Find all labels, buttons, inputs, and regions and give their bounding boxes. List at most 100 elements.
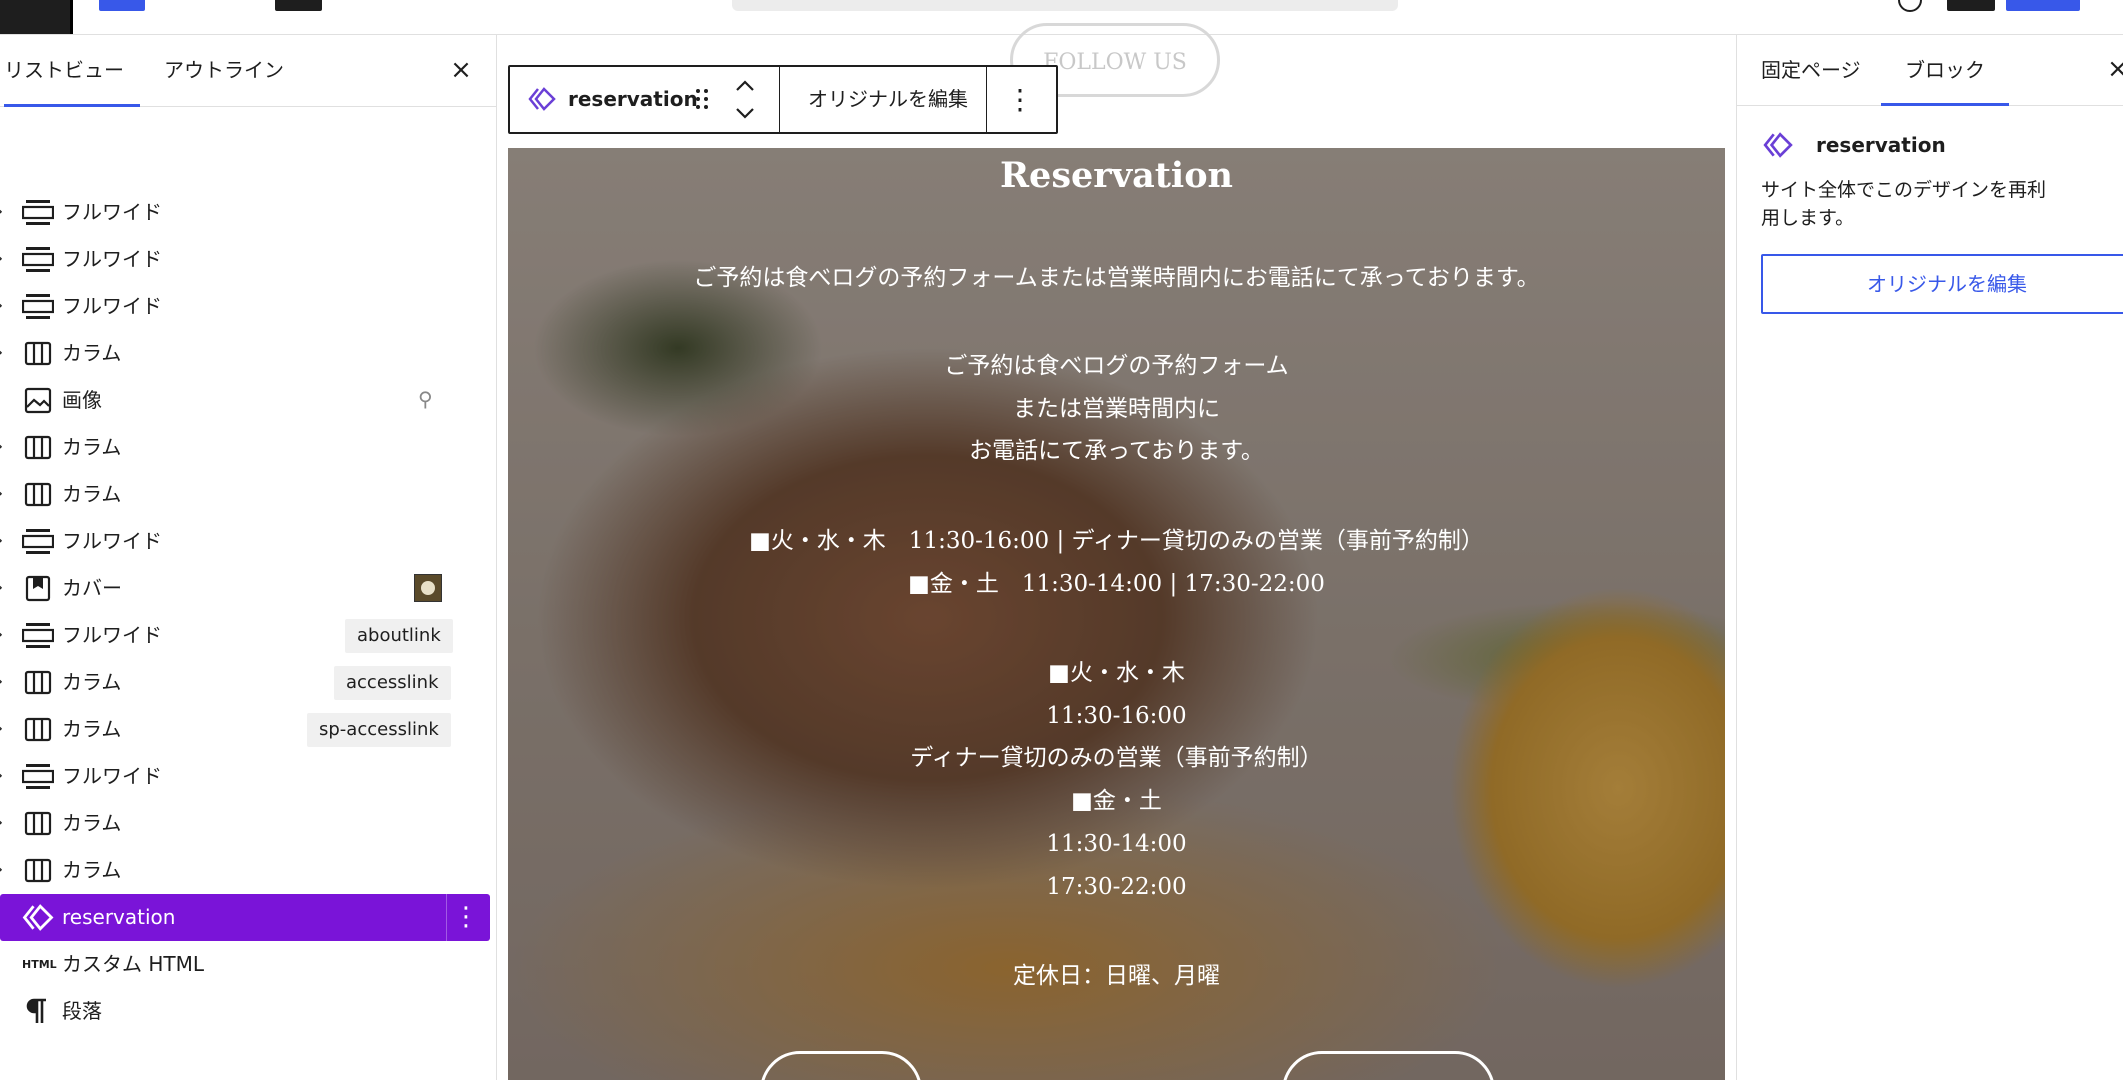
list-view-item[interactable]: › フルワイド (0, 189, 490, 236)
list-view-item[interactable]: › カラム (0, 330, 490, 377)
chevron-right-icon[interactable]: › (0, 765, 8, 787)
toolbar-divider (779, 67, 780, 132)
list-view-item[interactable]: › カラム (0, 847, 490, 894)
save-button[interactable] (2006, 0, 2080, 11)
list-view-item[interactable]: reservation ⋮ (0, 894, 490, 941)
help-icon[interactable] (1898, 0, 1922, 12)
view-button[interactable] (1947, 0, 1995, 11)
close-icon[interactable]: × (2107, 56, 2123, 82)
list-view-item[interactable]: › カラム (0, 800, 490, 847)
more-options-icon[interactable]: ⋮ (453, 894, 479, 941)
list-view-item-label: カラム (62, 435, 122, 459)
anchor-badge: aboutlink (345, 619, 453, 653)
list-view-item-label: フルワイド (62, 623, 162, 647)
chevron-right-icon[interactable]: › (0, 295, 8, 317)
hours-line: ■金・土 (1071, 788, 1162, 814)
html-icon-text: HTML (22, 958, 57, 971)
list-view-item-label: カラム (62, 670, 122, 694)
drag-handle-icon[interactable] (694, 87, 710, 111)
list-view-item[interactable]: › カラム sp-accesslink (0, 706, 490, 753)
list-view-item-label: フルワイド (62, 294, 162, 318)
chevron-right-icon[interactable]: › (0, 530, 8, 552)
group-icon (21, 199, 55, 226)
site-icon-button[interactable] (0, 0, 73, 34)
row-divider (446, 894, 447, 941)
list-view-item[interactable]: › カバー (0, 565, 490, 612)
move-up-icon[interactable] (734, 77, 756, 95)
list-view-item-label: カバー (62, 576, 122, 600)
sidebar-tabs: 固定ページ ブロック × (1737, 35, 2123, 106)
group-icon (21, 763, 55, 790)
list-view-item[interactable]: HTML カスタム HTML (0, 941, 490, 988)
hours-line: 17:30-22:00 (1046, 874, 1187, 900)
hours-line: ■火・水・木 11:30-16:00 | ディナー貸切のみの営業（事前予約制） (749, 528, 1484, 554)
document-bar[interactable] (732, 0, 1398, 11)
tab-outline[interactable]: アウトライン (164, 35, 284, 106)
list-view-item[interactable]: › フルワイド aboutlink (0, 612, 490, 659)
move-down-icon[interactable] (734, 104, 756, 122)
chevron-right-icon[interactable]: › (0, 671, 8, 693)
close-icon[interactable]: × (448, 57, 474, 83)
list-view-item-label: カラム (62, 482, 122, 506)
inserter-button[interactable] (99, 0, 145, 11)
tab-list-view[interactable]: リストビュー (4, 35, 140, 107)
editor-canvas: FOLLOW US Reservation ご予約は食べログの予約フォームまたは… (498, 23, 1736, 1080)
list-view-item[interactable]: › フルワイド (0, 518, 490, 565)
list-view-item[interactable]: › フルワイド (0, 753, 490, 800)
reservation-button[interactable] (760, 1051, 922, 1080)
hours-line: 11:30-14:00 (1046, 831, 1187, 857)
chevron-right-icon[interactable]: › (0, 342, 8, 364)
chevron-right-icon[interactable]: › (0, 483, 8, 505)
phone-button[interactable] (1282, 1051, 1495, 1080)
cover-icon (22, 575, 54, 602)
tab-block[interactable]: ブロック (1881, 35, 2009, 106)
list-view-item-label: フルワイド (62, 247, 162, 271)
list-view-item[interactable]: › カラム accesslink (0, 659, 490, 706)
columns-icon (22, 669, 54, 696)
group-icon (21, 293, 55, 320)
toolbar-divider (986, 67, 987, 132)
chevron-right-icon[interactable]: › (0, 859, 8, 881)
list-view-item[interactable]: 段落 (0, 988, 490, 1035)
pin-icon: ⚲ (418, 387, 433, 411)
block-toolbar: reservation オリジナルを編集 ⋮ (508, 65, 1058, 134)
html-icon: HTML (22, 951, 57, 978)
list-view-panel: リストビュー アウトライン × › フルワイド › フルワイド › フルワイド › カラム 画像… (0, 35, 497, 1080)
hours-line: 11:30-16:00 (1046, 703, 1187, 729)
list-view-item-label: カラム (62, 858, 122, 882)
group-icon (21, 622, 55, 649)
block-card-title: reservation (1816, 133, 1946, 157)
image-icon (22, 387, 54, 414)
list-view-item[interactable]: 画像 ⚲ (0, 377, 490, 424)
edit-original-button[interactable]: オリジナルを編集 (808, 67, 968, 132)
anchor-badge: accesslink (334, 666, 451, 700)
list-view-item[interactable]: › フルワイド (0, 283, 490, 330)
reservation-text-line: または営業時間内に (1013, 396, 1220, 422)
chevron-right-icon[interactable]: › (0, 812, 8, 834)
anchor-badge: sp-accesslink (307, 713, 451, 747)
chevron-right-icon[interactable]: › (0, 577, 8, 599)
chevron-right-icon[interactable]: › (0, 624, 8, 646)
tab-page[interactable]: 固定ページ (1761, 35, 1861, 105)
reservation-cover-block[interactable]: Reservation ご予約は食べログの予約フォームまたは営業時間内にお電話に… (508, 148, 1725, 1080)
list-view-item[interactable]: › カラム (0, 424, 490, 471)
columns-icon (22, 434, 54, 461)
synced-pattern-icon[interactable] (528, 87, 556, 111)
edit-original-button[interactable]: オリジナルを編集 (1761, 254, 2123, 314)
synced-pattern-icon (1763, 132, 1793, 158)
block-card-description: サイト全体でこのデザインを再利用します。 (1761, 179, 2047, 229)
list-view-item[interactable]: › フルワイド (0, 236, 490, 283)
chevron-right-icon[interactable]: › (0, 436, 8, 458)
list-view-item-label: 画像 (62, 388, 102, 412)
columns-icon (22, 716, 54, 743)
chevron-right-icon[interactable]: › (0, 718, 8, 740)
cover-content: Reservation ご予約は食べログの予約フォームまたは営業時間内にお電話に… (508, 148, 1725, 1080)
more-options-icon[interactable]: ⋮ (1006, 67, 1034, 132)
chevron-right-icon[interactable]: › (0, 248, 8, 270)
list-view-item-label: 段落 (62, 999, 102, 1023)
reservation-text-line: ご予約は食べログの予約フォーム (944, 353, 1289, 379)
tools-button[interactable] (275, 0, 322, 11)
reservation-text-line: ご予約は食べログの予約フォームまたは営業時間内にお電話にて承っております。 (693, 265, 1540, 291)
list-view-item[interactable]: › カラム (0, 471, 490, 518)
chevron-right-icon[interactable]: › (0, 201, 8, 223)
